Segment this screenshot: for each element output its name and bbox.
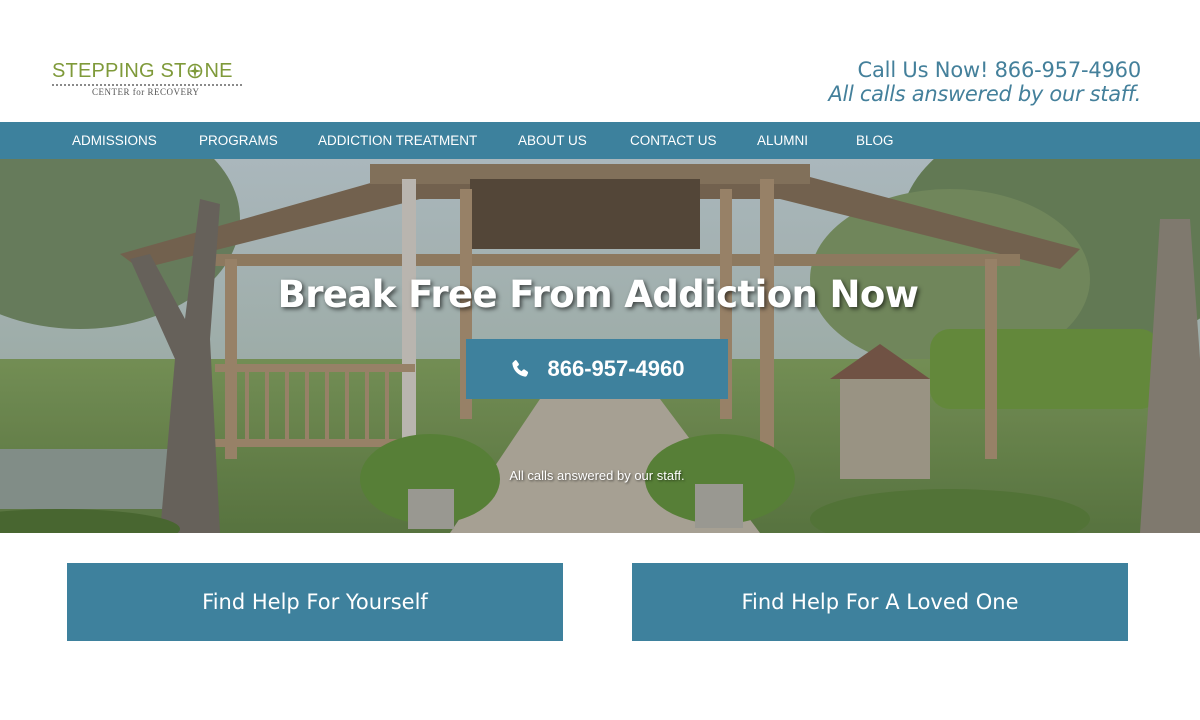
hero-title: Break Free From Addiction Now bbox=[277, 273, 919, 316]
nav-item-programs[interactable]: PROGRAMS bbox=[199, 122, 278, 159]
main-nav: ADMISSIONS PROGRAMS ADDICTION TREATMENT … bbox=[0, 122, 1200, 159]
nav-item-alumni[interactable]: ALUMNI bbox=[757, 122, 808, 159]
nav-item-about-us[interactable]: ABOUT US bbox=[518, 122, 587, 159]
logo-divider bbox=[52, 84, 242, 86]
nav-item-contact-us[interactable]: CONTACT US bbox=[630, 122, 717, 159]
find-help-yourself-button[interactable]: Find Help For Yourself bbox=[67, 563, 563, 641]
nav-item-addiction-treatment[interactable]: ADDICTION TREATMENT bbox=[318, 122, 477, 159]
header-call-block: Call Us Now! 866-957-4960 All calls answ… bbox=[828, 58, 1141, 106]
header-call-line[interactable]: Call Us Now! 866-957-4960 bbox=[828, 58, 1142, 82]
find-help-loved-one-button[interactable]: Find Help For A Loved One bbox=[632, 563, 1128, 641]
hero-note: All calls answered by our staff. bbox=[509, 468, 685, 483]
hero-banner: Break Free From Addiction Now 866-957-49… bbox=[0, 159, 1200, 533]
site-header: STEPPING ST NE CENTER for RECOVERY Call … bbox=[0, 0, 1200, 122]
logo-title-part-b: NE bbox=[204, 60, 233, 82]
nav-item-blog[interactable]: BLOG bbox=[856, 122, 894, 159]
header-call-note: All calls answered by our staff. bbox=[828, 82, 1141, 106]
hero-call-button[interactable]: 866-957-4960 bbox=[466, 339, 728, 399]
compass-icon bbox=[187, 63, 203, 79]
logo-title: STEPPING ST NE bbox=[52, 60, 233, 83]
logo-title-part-a: STEPPING ST bbox=[52, 60, 187, 82]
phone-icon bbox=[512, 360, 529, 377]
nav-item-admissions[interactable]: ADMISSIONS bbox=[72, 122, 157, 159]
hero-phone-number: 866-957-4960 bbox=[547, 356, 685, 381]
logo[interactable]: STEPPING ST NE CENTER for RECOVERY bbox=[52, 60, 242, 102]
logo-subtitle: CENTER for RECOVERY bbox=[92, 87, 200, 97]
